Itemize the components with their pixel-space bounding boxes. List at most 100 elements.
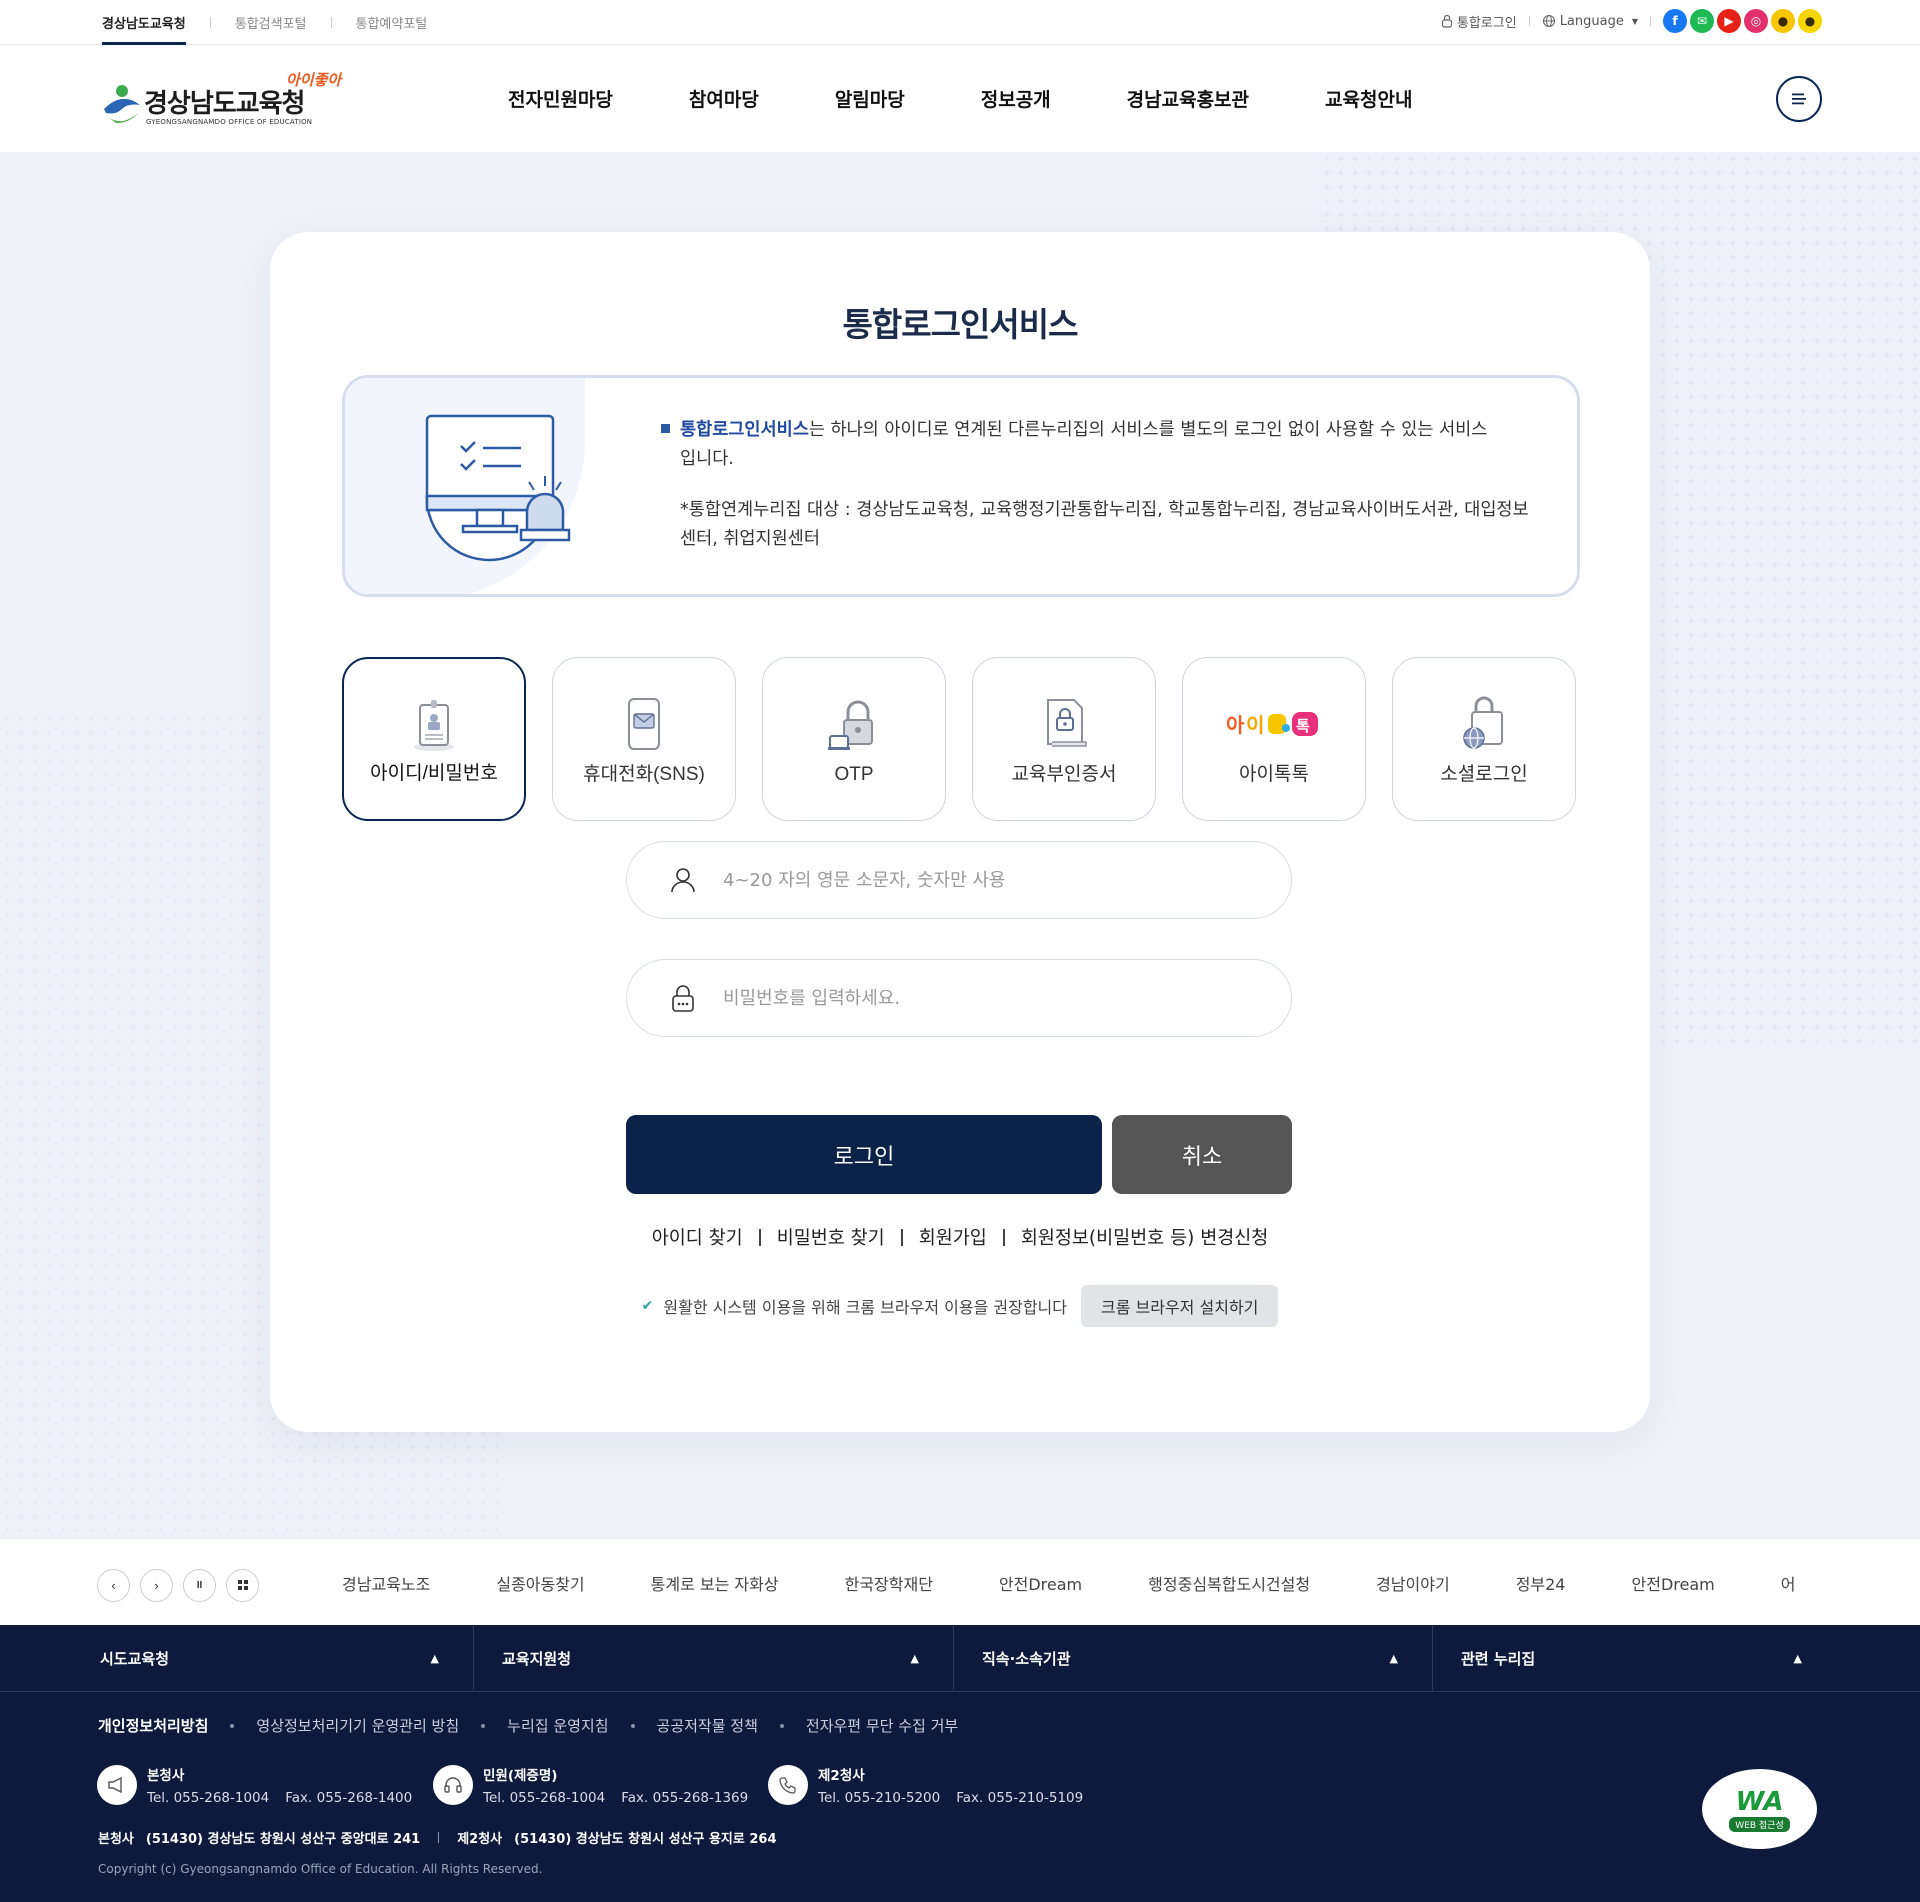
method-label: OTP <box>834 764 874 785</box>
banner-item[interactable]: 안전Dream <box>999 1571 1082 1595</box>
banner-item[interactable]: 경남교육노조 <box>342 1571 430 1595</box>
web-accessibility-mark[interactable]: WA WEB 접근성 <box>1702 1769 1817 1849</box>
email-refusal-link[interactable]: 전자우편 무단 수집 거부 <box>806 1715 958 1736</box>
password-input[interactable] <box>723 978 1243 1018</box>
next-banner-button[interactable]: › <box>140 1569 173 1602</box>
site-footer: 시도교육청 ▲ 교육지원청 ▲ 직속·소속기관 ▲ 관련 누리집 ▲ 개인정보처리방침 … <box>0 1625 1920 1902</box>
youtube-icon[interactable]: ▶ <box>1717 9 1741 33</box>
site-logo[interactable]: 경상남도교육청 GYEONGSANGNAMDO OFFICE OF EDUCAT… <box>102 65 362 135</box>
select-label: 직속·소속기관 <box>982 1650 1071 1668</box>
privacy-policy-link[interactable]: 개인정보처리방침 <box>98 1715 208 1736</box>
select-label: 교육지원청 <box>502 1650 572 1668</box>
install-chrome-button[interactable]: 크롬 브라우저 설치하기 <box>1080 1285 1279 1327</box>
top-login-link[interactable]: 통합로그인 <box>1441 12 1517 31</box>
dot-divider <box>481 1723 486 1728</box>
chrome-notice: ✔ 원활한 시스템 이용을 위해 크롬 브라우저 이용을 권장합니다 크롬 브라… <box>270 1285 1650 1327</box>
pause-banner-button[interactable]: II <box>183 1569 216 1602</box>
dot-divider <box>779 1723 784 1728</box>
select-metro-office[interactable]: 시도교육청 ▲ <box>0 1625 474 1692</box>
method-social[interactable]: 소셜로그인 <box>1392 657 1576 821</box>
logo-slogan: 아이좋아 <box>286 71 342 89</box>
find-id-link[interactable]: 아이디 찾기 <box>652 1224 743 1250</box>
kakaotalk-icon[interactable]: ● <box>1798 9 1822 33</box>
site-guideline-link[interactable]: 누리집 운영지침 <box>507 1715 608 1736</box>
chevron-up-icon: ▲ <box>910 1652 919 1665</box>
page-title: 통합로그인서비스 <box>842 305 1079 344</box>
utility-right: 통합로그인 Language ▼ f ✉ ▶ ◎ ● ● <box>1441 0 1822 42</box>
all-banners-button[interactable] <box>226 1569 259 1602</box>
contact-fax: Fax. 055-268-1369 <box>621 1790 749 1806</box>
logo-english: GYEONGSANGNAMDO OFFICE OF EDUCATION <box>146 118 313 126</box>
all-menu-button[interactable] <box>1776 76 1822 122</box>
dot-divider <box>630 1723 635 1728</box>
select-district-office[interactable]: 교육지원청 ▲ <box>474 1625 954 1692</box>
phone-icon <box>768 1765 808 1805</box>
method-id-password[interactable]: 아이디/비밀번호 <box>342 657 526 821</box>
portal-tab-search[interactable]: 통합검색포털 <box>235 0 307 45</box>
service-info-box: 통합로그인서비스는 하나의 아이디로 연계된 다른누리집의 서비스를 별도의 로… <box>342 375 1580 597</box>
line-icon[interactable]: ✉ <box>1690 9 1714 33</box>
chevron-right-icon: › <box>154 1578 159 1593</box>
banner-list: 경남교육노조 실종아동찾기 통계로 보는 자화상 한국장학재단 안전Dream 행정중심복… <box>342 1539 1796 1626</box>
method-certificate[interactable]: 교육부인증서 <box>972 657 1156 821</box>
prev-banner-button[interactable]: ‹ <box>97 1569 130 1602</box>
nav-participation[interactable]: 참여마당 <box>689 85 759 112</box>
nav-disclosure[interactable]: 정보공개 <box>981 85 1051 112</box>
signup-link[interactable]: 회원가입 <box>919 1224 987 1250</box>
language-select[interactable]: Language ▼ <box>1542 14 1638 29</box>
instagram-icon[interactable]: ◎ <box>1744 9 1768 33</box>
main-nav: 전자민원마당 참여마당 알림마당 정보공개 경남교육홍보관 교육청안내 <box>508 45 1488 152</box>
cancel-button[interactable]: 취소 <box>1112 1115 1292 1194</box>
contact-fax: Fax. 055-268-1400 <box>285 1790 413 1806</box>
banner-item[interactable]: 한국장학재단 <box>845 1571 933 1595</box>
address-main: (51430) 경상남도 창원시 성산구 중앙대로 241 <box>145 1832 421 1847</box>
banner-item[interactable]: 어린이 문화 <box>1781 1571 1796 1595</box>
method-otp[interactable]: OTP <box>762 657 946 821</box>
contact-tel: Tel. 055-268-1004 <box>483 1790 606 1806</box>
method-aitoktok[interactable]: 아이 톡 아이톡톡 <box>1182 657 1366 821</box>
id-input[interactable] <box>723 860 1243 900</box>
public-works-link[interactable]: 공공저작물 정책 <box>657 1715 758 1736</box>
emblem-icon <box>104 85 140 123</box>
pause-icon: II <box>196 1580 203 1591</box>
footer-site-selects: 시도교육청 ▲ 교육지원청 ▲ 직속·소속기관 ▲ 관련 누리집 ▲ <box>0 1625 1920 1692</box>
headset-icon <box>433 1765 473 1805</box>
select-related-sites[interactable]: 관련 누리집 ▲ <box>1433 1625 1920 1692</box>
wa-mark-label: WA <box>1735 1786 1784 1817</box>
chevron-left-icon: ‹ <box>111 1578 116 1593</box>
method-mobile[interactable]: 휴대전화(SNS) <box>552 657 736 821</box>
login-button[interactable]: 로그인 <box>626 1115 1102 1194</box>
tab-divider <box>330 17 332 28</box>
banner-item[interactable]: 통계로 보는 자화상 <box>651 1571 779 1595</box>
facebook-icon[interactable]: f <box>1663 9 1687 33</box>
banner-item[interactable]: 행정중심복합도시건설청 <box>1148 1571 1310 1595</box>
banner-item[interactable]: 경남이야기 <box>1376 1571 1450 1595</box>
contact-title: 제2청사 <box>818 1768 865 1784</box>
lock-icon <box>1441 14 1452 28</box>
change-info-link[interactable]: 회원정보(비밀번호 등) 변경신청 <box>1021 1224 1268 1250</box>
caret-down-icon: ▼ <box>1631 16 1638 26</box>
method-label: 소셜로그인 <box>1440 764 1528 785</box>
user-icon <box>665 862 701 898</box>
nav-pr[interactable]: 경남교육홍보관 <box>1127 85 1249 112</box>
logo-name: 경상남도교육청 <box>144 89 305 119</box>
portal-tab-office[interactable]: 경상남도교육청 <box>102 0 186 45</box>
otp-lock-icon <box>824 694 884 754</box>
nav-about[interactable]: 교육청안내 <box>1325 85 1412 112</box>
contact-title: 민원(제증명) <box>483 1768 558 1784</box>
banner-item[interactable]: 실종아동찾기 <box>496 1571 584 1595</box>
nav-notice[interactable]: 알림마당 <box>835 85 905 112</box>
kakaostory-icon[interactable]: ● <box>1771 9 1795 33</box>
portal-tab-reservation[interactable]: 통합예약포털 <box>356 0 428 45</box>
find-password-link[interactable]: 비밀번호 찾기 <box>777 1224 885 1250</box>
cctv-policy-link[interactable]: 영상정보처리기기 운영관리 방침 <box>256 1715 459 1736</box>
bullet-icon <box>661 424 670 433</box>
footer-policies: 개인정보처리방침 영상정보처리기기 운영관리 방침 누리집 운영지침 공공저작물… <box>98 1715 958 1736</box>
site-header: 경상남도교육청 GYEONGSANGNAMDO OFFICE OF EDUCAT… <box>0 45 1920 152</box>
nav-civil[interactable]: 전자민원마당 <box>508 85 613 112</box>
select-affiliated-orgs[interactable]: 직속·소속기관 ▲ <box>954 1625 1433 1692</box>
banner-item[interactable]: 정부24 <box>1516 1571 1566 1595</box>
tab-divider <box>209 17 211 28</box>
contact-title: 본청사 <box>147 1768 185 1784</box>
banner-item[interactable]: 안전Dream <box>1632 1571 1715 1595</box>
